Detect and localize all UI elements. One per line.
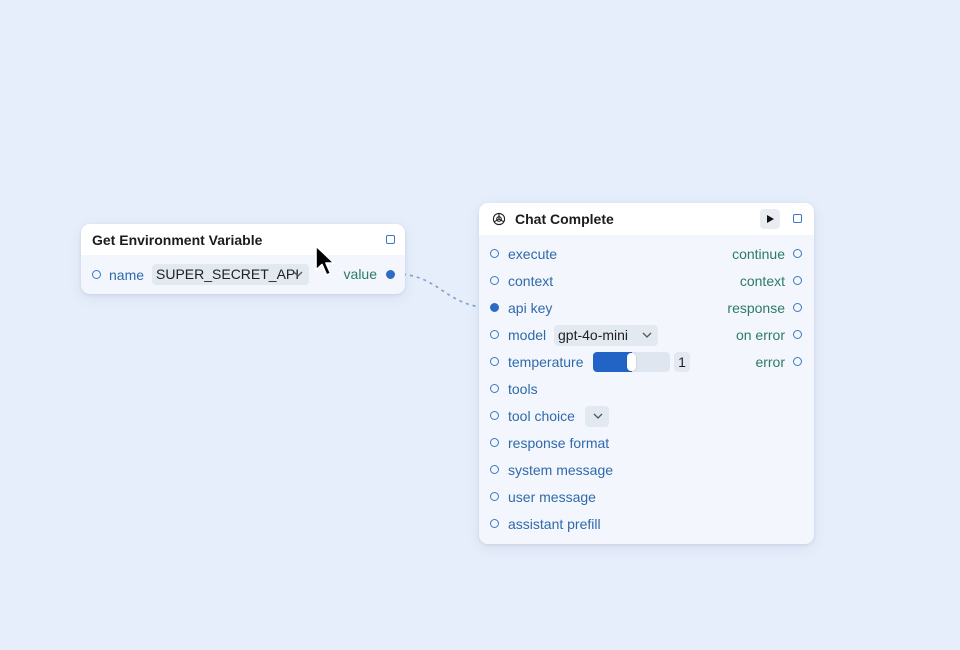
- temperature-slider-thumb[interactable]: [627, 353, 636, 371]
- api-key-input-port[interactable]: [490, 303, 499, 312]
- name-input-port[interactable]: [92, 270, 101, 279]
- assistant-prefill-input-label: assistant prefill: [508, 516, 601, 532]
- system-message-input-port[interactable]: [490, 465, 499, 474]
- response-format-input-label: response format: [508, 435, 610, 451]
- node-menu-square-icon[interactable]: [386, 235, 395, 244]
- api-key-input-label: api key: [508, 300, 553, 316]
- error-output-label: error: [755, 354, 785, 370]
- tool-choice-input-label: tool choice: [508, 408, 575, 424]
- temperature-input-port[interactable]: [490, 357, 499, 366]
- play-icon: [767, 215, 774, 223]
- chevron-down-icon: [293, 271, 303, 277]
- model-dropdown[interactable]: gpt-4o-mini: [554, 325, 658, 346]
- error-output-port[interactable]: [793, 357, 802, 366]
- temperature-slider[interactable]: [593, 352, 670, 372]
- name-dropdown-value: SUPER_SECRET_API: [156, 266, 300, 282]
- name-input-label: name: [109, 267, 145, 283]
- chat-node-title: Chat Complete: [515, 211, 614, 227]
- response-output-port[interactable]: [793, 303, 802, 312]
- node-menu-square-icon[interactable]: [793, 214, 802, 223]
- value-output-label: value: [343, 266, 377, 282]
- context-input-port[interactable]: [490, 276, 499, 285]
- user-message-input-port[interactable]: [490, 492, 499, 501]
- tools-input-port[interactable]: [490, 384, 499, 393]
- execute-input-port[interactable]: [490, 249, 499, 258]
- chat-complete-node[interactable]: Chat Complete execute context api key mo…: [479, 203, 814, 544]
- model-input-label: model: [508, 327, 547, 343]
- temperature-input-label: temperature: [508, 354, 584, 370]
- context-input-label: context: [508, 273, 554, 289]
- tools-input-label: tools: [508, 381, 538, 397]
- openai-icon: [492, 212, 506, 226]
- context-output-label: context: [739, 273, 785, 289]
- context-output-port[interactable]: [793, 276, 802, 285]
- env-var-node-header[interactable]: Get Environment Variable: [81, 224, 405, 255]
- on-error-output-port[interactable]: [793, 330, 802, 339]
- system-message-input-label: system message: [508, 462, 614, 478]
- tool-choice-input-port[interactable]: [490, 411, 499, 420]
- continue-output-port[interactable]: [793, 249, 802, 258]
- run-button[interactable]: [760, 209, 780, 229]
- temperature-value[interactable]: 1: [674, 352, 690, 372]
- mouse-cursor-icon: [315, 245, 335, 276]
- name-dropdown[interactable]: SUPER_SECRET_API: [152, 264, 309, 285]
- response-output-label: response: [727, 300, 785, 316]
- user-message-input-label: user message: [508, 489, 596, 505]
- chevron-down-icon: [593, 413, 603, 419]
- chat-node-header[interactable]: Chat Complete: [479, 203, 814, 235]
- graph-canvas[interactable]: Get Environment Variable name SUPER_SECR…: [0, 0, 960, 650]
- chevron-down-icon: [642, 332, 652, 338]
- continue-output-label: continue: [732, 246, 785, 262]
- value-output-port[interactable]: [386, 270, 395, 279]
- assistant-prefill-input-port[interactable]: [490, 519, 499, 528]
- model-input-port[interactable]: [490, 330, 499, 339]
- tool-choice-dropdown[interactable]: [585, 406, 609, 427]
- execute-input-label: execute: [508, 246, 558, 262]
- env-var-node[interactable]: Get Environment Variable name SUPER_SECR…: [81, 224, 405, 294]
- response-format-input-port[interactable]: [490, 438, 499, 447]
- on-error-output-label: on error: [735, 327, 785, 343]
- model-dropdown-value: gpt-4o-mini: [558, 327, 629, 343]
- env-var-node-title: Get Environment Variable: [92, 231, 263, 248]
